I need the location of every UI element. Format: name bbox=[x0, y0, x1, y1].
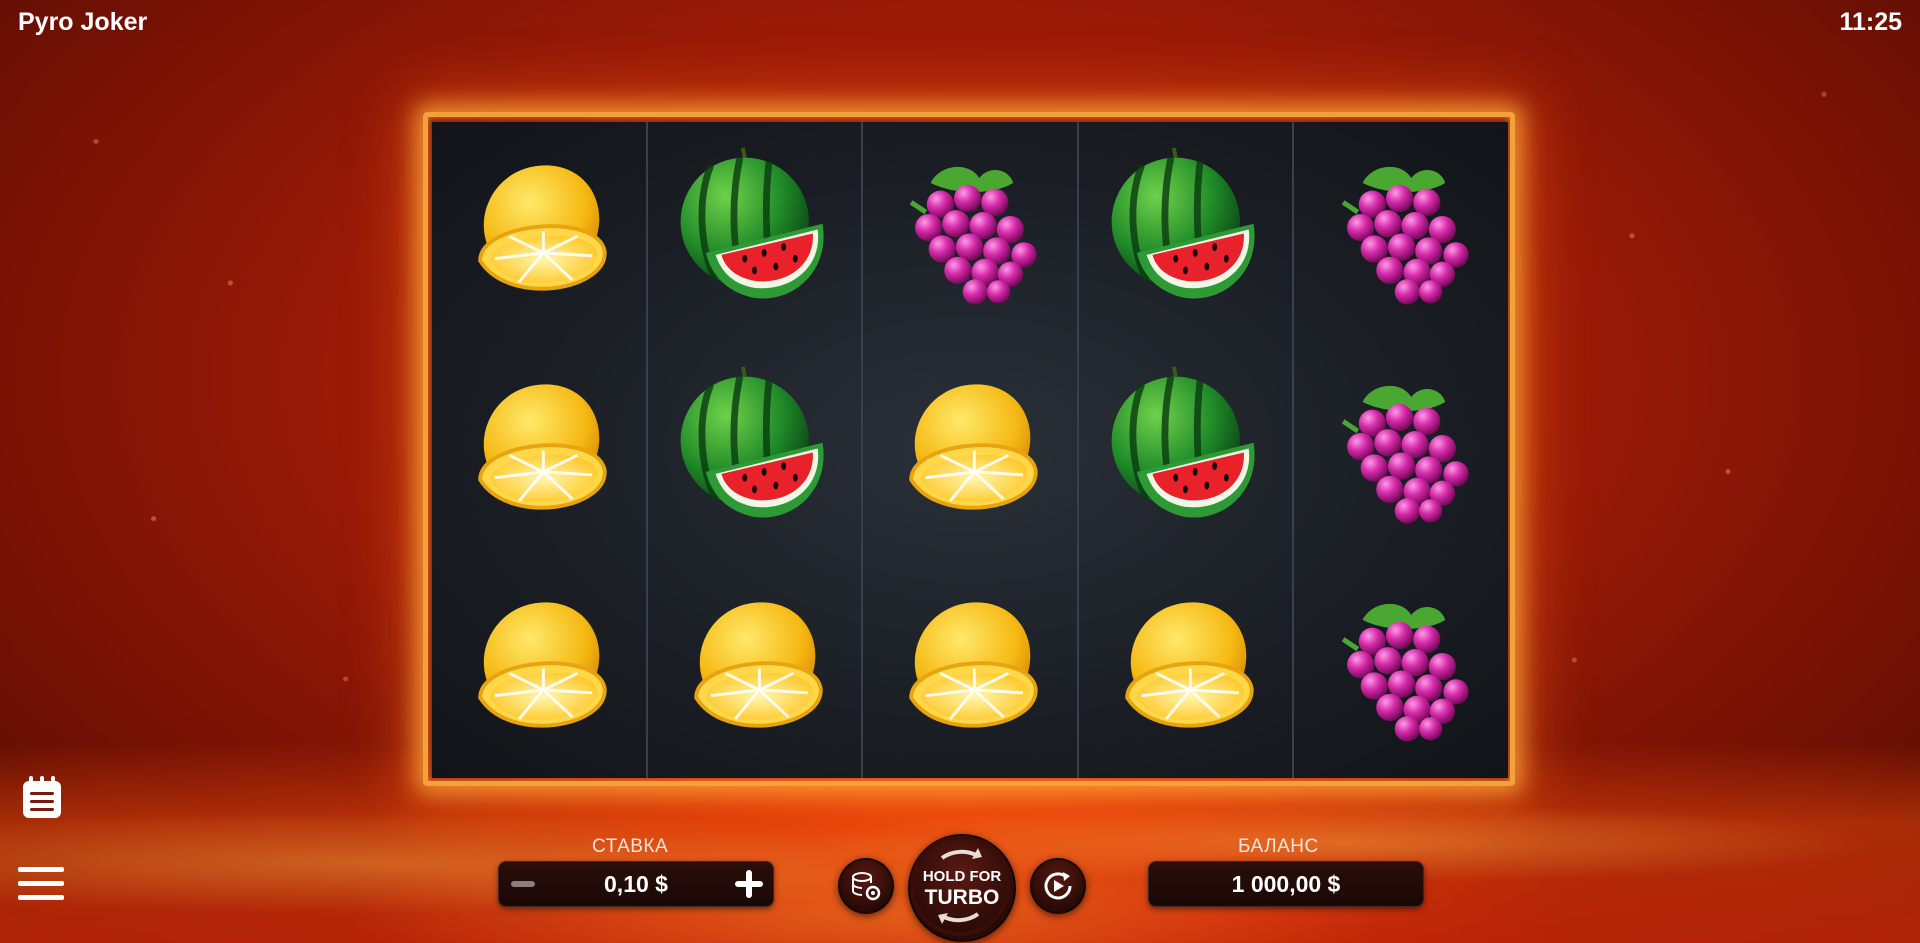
bet-decrease-button[interactable] bbox=[501, 862, 545, 906]
balance-panel: 1 000,00 $ bbox=[1148, 861, 1424, 907]
balance-value: 1 000,00 $ bbox=[1231, 870, 1341, 897]
bet-label: СТАВКА bbox=[592, 836, 669, 857]
reel-4 bbox=[1079, 122, 1295, 778]
reel-5 bbox=[1294, 122, 1508, 778]
spin-button[interactable]: HOLD FOR TURBO bbox=[908, 834, 1016, 942]
lemon-symbol bbox=[432, 559, 646, 778]
notepad-icon[interactable] bbox=[20, 774, 64, 825]
watermelon-symbol bbox=[1079, 341, 1293, 560]
balance-label: БАЛАНС bbox=[1238, 836, 1319, 857]
lemon-symbol bbox=[1079, 559, 1293, 778]
grapes-symbol bbox=[863, 122, 1077, 341]
reel-1 bbox=[432, 122, 648, 778]
autoplay-icon bbox=[1044, 872, 1072, 900]
bet-value: 0,10 $ bbox=[604, 870, 668, 897]
reel-2 bbox=[648, 122, 864, 778]
spin-arrows-icon bbox=[910, 836, 1010, 936]
bet-increase-button[interactable] bbox=[727, 862, 771, 906]
grapes-symbol bbox=[1294, 341, 1508, 560]
watermelon-symbol bbox=[648, 341, 862, 560]
autoplay-button[interactable] bbox=[1030, 858, 1086, 914]
lemon-symbol bbox=[432, 341, 646, 560]
watermelon-symbol bbox=[1079, 122, 1293, 341]
grapes-symbol bbox=[1294, 122, 1508, 341]
watermelon-symbol bbox=[648, 122, 862, 341]
reel-grid bbox=[432, 122, 1508, 778]
bet-settings-button[interactable] bbox=[838, 858, 894, 914]
coins-gear-icon bbox=[852, 872, 881, 901]
reel-3 bbox=[863, 122, 1079, 778]
clock: 11:25 bbox=[1839, 8, 1902, 36]
grapes-symbol bbox=[1294, 559, 1508, 778]
lemon-symbol bbox=[648, 559, 862, 778]
bet-panel: 0,10 $ bbox=[498, 861, 774, 907]
hamburger-menu-icon[interactable] bbox=[18, 866, 64, 907]
lemon-symbol bbox=[863, 341, 1077, 560]
plus-icon bbox=[735, 870, 763, 898]
minus-icon bbox=[511, 881, 535, 887]
lemon-symbol bbox=[432, 122, 646, 341]
lemon-symbol bbox=[863, 559, 1077, 778]
game-title: Pyro Joker bbox=[18, 8, 148, 36]
